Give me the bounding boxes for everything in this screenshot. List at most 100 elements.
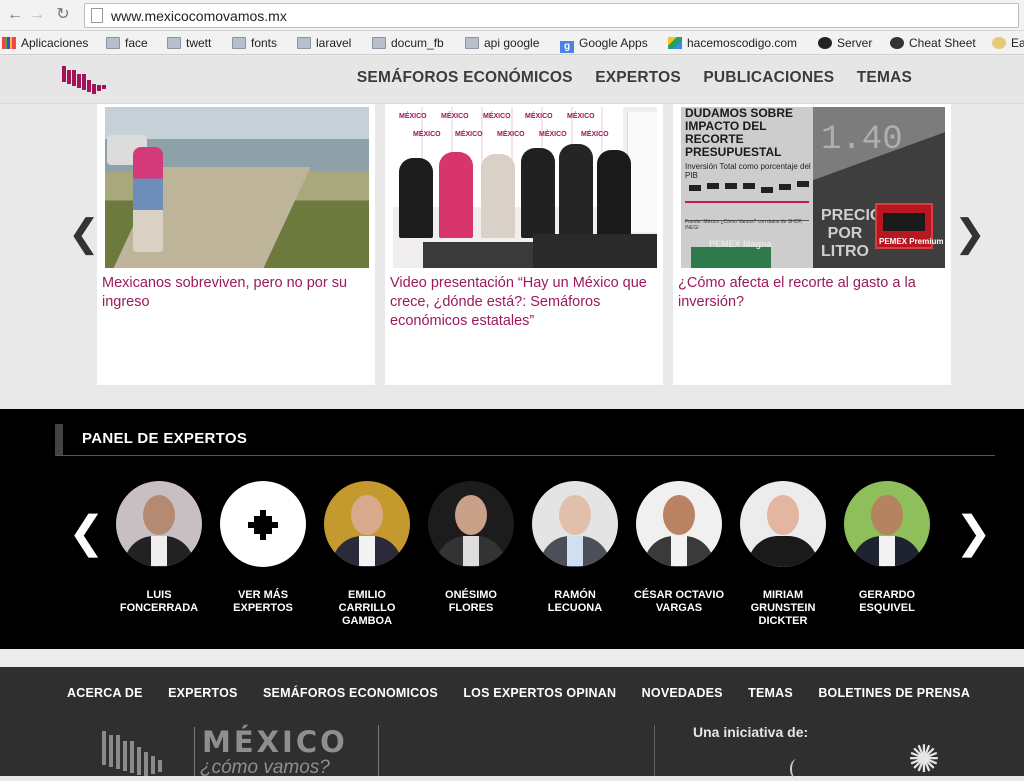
github-icon xyxy=(818,37,832,49)
card-image[interactable]: MÉXICO MÉXICO MÉXICO MÉXICO MÉXICO MÉXIC… xyxy=(393,107,657,268)
bookmark-cheat-sheet[interactable]: Cheat Sheet xyxy=(890,35,976,51)
url-text[interactable]: www.mexicocomovamos.mx xyxy=(111,8,287,24)
bookmark-label: fonts xyxy=(251,36,278,50)
folder-icon xyxy=(106,37,120,49)
expert-card[interactable]: RAMÓN LECUONA xyxy=(527,479,623,615)
bookmark-ea[interactable]: Ea xyxy=(992,35,1024,51)
expert-name[interactable]: GERARDO ESQUIVEL xyxy=(839,589,935,615)
footer-link-expertos[interactable]: EXPERTOS xyxy=(168,686,237,700)
nav-semaforos[interactable]: SEMÁFOROS ECONÓMICOS xyxy=(357,69,573,87)
footer-link-novedades[interactable]: NOVEDADES xyxy=(642,686,723,700)
expert-card[interactable]: ONÉSIMO FLORES xyxy=(423,479,519,615)
bookmark-label: Google Apps xyxy=(579,36,648,50)
back-arrow-icon[interactable]: ← xyxy=(6,6,24,24)
expert-name[interactable]: ONÉSIMO FLORES xyxy=(423,589,519,615)
card-image[interactable]: 1.40 DUDAMOS SOBRE IMPACTO DEL RECORTE P… xyxy=(681,107,945,268)
expert-name[interactable]: LUIS FONCERRADA xyxy=(111,589,207,615)
drive-icon xyxy=(668,37,682,49)
nav-temas[interactable]: TEMAS xyxy=(857,69,912,87)
card-title[interactable]: Video presentación “Hay un México que cr… xyxy=(390,274,658,331)
expert-photo[interactable] xyxy=(844,481,930,567)
expert-card[interactable]: EMILIO CARRILLO GAMBOA xyxy=(319,479,415,628)
folder-icon xyxy=(465,37,479,49)
footer-link-semaforos[interactable]: SEMÁFOROS ECONOMICOS xyxy=(263,686,438,700)
partner-logo[interactable] xyxy=(790,759,804,779)
bookmark-face[interactable]: face xyxy=(106,35,148,51)
bookmark-laravel[interactable]: laravel xyxy=(297,35,351,51)
expert-photo[interactable] xyxy=(324,481,410,567)
bookmark-label: Server xyxy=(837,36,873,50)
site-header: SEMÁFOROS ECONÓMICOS EXPERTOS PUBLICACIO… xyxy=(0,56,1024,104)
featured-carousel: ❮ Mexicanos sobreviven, pero no por su i… xyxy=(0,104,1024,409)
panel-header: PANEL DE EXPERTOS xyxy=(55,424,995,456)
forward-arrow-icon[interactable]: → xyxy=(28,6,46,24)
carousel-card[interactable]: Mexicanos sobreviven, pero no por su ing… xyxy=(97,104,375,385)
site-logo[interactable] xyxy=(62,66,108,94)
expert-name[interactable]: CÉSAR OCTAVIO VARGAS xyxy=(631,589,727,615)
footer-logo-main: MÉXICO xyxy=(202,725,348,759)
folder-icon xyxy=(372,37,386,49)
plus-icon[interactable] xyxy=(220,481,306,567)
partner-star-icon[interactable]: ✺ xyxy=(908,741,940,779)
address-bar[interactable]: www.mexicocomovamos.mx xyxy=(84,3,1019,28)
bookmark-label: Cheat Sheet xyxy=(909,36,976,50)
reload-icon[interactable]: ↻ xyxy=(54,6,72,24)
initiative-label: Una iniciativa de: xyxy=(693,724,809,740)
footer-divider xyxy=(654,725,655,776)
footer-link-temas[interactable]: TEMAS xyxy=(748,686,793,700)
card-title[interactable]: ¿Cómo afecta el recorte al gasto a la in… xyxy=(678,274,946,312)
footer-logo[interactable]: MÉXICO ¿cómo vamos? xyxy=(102,725,382,778)
panel-title: PANEL DE EXPERTOS xyxy=(82,430,248,447)
expert-photo[interactable] xyxy=(532,481,618,567)
nav-publicaciones[interactable]: PUBLICACIONES xyxy=(703,69,834,87)
expert-name[interactable]: RAMÓN LECUONA xyxy=(527,589,623,615)
expert-card[interactable]: GERARDO ESQUIVEL xyxy=(839,479,935,615)
carousel-card[interactable]: MÉXICO MÉXICO MÉXICO MÉXICO MÉXICO MÉXIC… xyxy=(385,104,663,385)
apps-icon xyxy=(2,37,16,49)
bookmark-docum-fb[interactable]: docum_fb xyxy=(372,35,444,51)
folder-icon xyxy=(297,37,311,49)
egg-icon xyxy=(992,37,1006,49)
footer-link-opinan[interactable]: LOS EXPERTOS OPINAN xyxy=(463,686,616,700)
nav-expertos[interactable]: EXPERTOS xyxy=(595,69,681,87)
expert-name[interactable]: EMILIO CARRILLO GAMBOA xyxy=(319,589,415,628)
card-image[interactable] xyxy=(105,107,369,268)
expert-card-ver-mas[interactable]: VER MÁS EXPERTOS xyxy=(215,479,311,615)
expert-photo[interactable] xyxy=(636,481,722,567)
expert-name[interactable]: VER MÁS EXPERTOS xyxy=(215,589,311,615)
bookmark-label: hacemoscodigo.com xyxy=(687,36,798,50)
panel-header-bar xyxy=(55,424,63,455)
expert-photo[interactable] xyxy=(428,481,514,567)
folder-icon xyxy=(232,37,246,49)
footer-link-boletines[interactable]: BOLETINES DE PRENSA xyxy=(818,686,970,700)
expert-name[interactable]: MIRIAM GRUNSTEIN DICKTER xyxy=(735,589,831,628)
carousel-card[interactable]: 1.40 DUDAMOS SOBRE IMPACTO DEL RECORTE P… xyxy=(673,104,951,385)
cheatsheet-icon xyxy=(890,37,904,49)
bookmark-google-apps[interactable]: g Google Apps xyxy=(560,35,648,53)
carousel-prev-icon[interactable]: ❮ xyxy=(68,214,100,254)
expert-photo[interactable] xyxy=(116,481,202,567)
footer-nav: ACERCA DE EXPERTOS SEMÁFOROS ECONOMICOS … xyxy=(67,684,991,702)
bookmark-api-google[interactable]: api google xyxy=(465,35,539,51)
expert-photo[interactable] xyxy=(740,481,826,567)
bookmark-label: docum_fb xyxy=(391,36,444,50)
bookmark-aplicaciones[interactable]: Aplicaciones xyxy=(2,35,88,51)
experts-next-icon[interactable]: ❯ xyxy=(955,511,992,555)
expert-card[interactable]: CÉSAR OCTAVIO VARGAS xyxy=(631,479,727,615)
bookmark-label: face xyxy=(125,36,148,50)
experts-prev-icon[interactable]: ❮ xyxy=(68,511,105,555)
bookmark-hacemoscodigo[interactable]: hacemoscodigo.com xyxy=(668,35,797,51)
carousel-next-icon[interactable]: ❯ xyxy=(954,214,986,254)
card-title[interactable]: Mexicanos sobreviven, pero no por su ing… xyxy=(102,274,370,312)
footer-link-acerca[interactable]: ACERCA DE xyxy=(67,686,143,700)
bookmark-fonts[interactable]: fonts xyxy=(232,35,277,51)
expert-card[interactable]: LUIS FONCERRADA xyxy=(111,479,207,615)
experts-panel: PANEL DE EXPERTOS ❮ LUIS FONCERRADA VER … xyxy=(0,409,1024,649)
bookmark-server[interactable]: Server xyxy=(818,35,872,51)
folder-icon xyxy=(167,37,181,49)
bookmark-twett[interactable]: twett xyxy=(167,35,211,51)
page-icon xyxy=(91,8,103,23)
main-nav: SEMÁFOROS ECONÓMICOS EXPERTOS PUBLICACIO… xyxy=(339,69,912,87)
bookmark-label: Ea xyxy=(1011,36,1024,50)
expert-card[interactable]: MIRIAM GRUNSTEIN DICKTER xyxy=(735,479,831,628)
